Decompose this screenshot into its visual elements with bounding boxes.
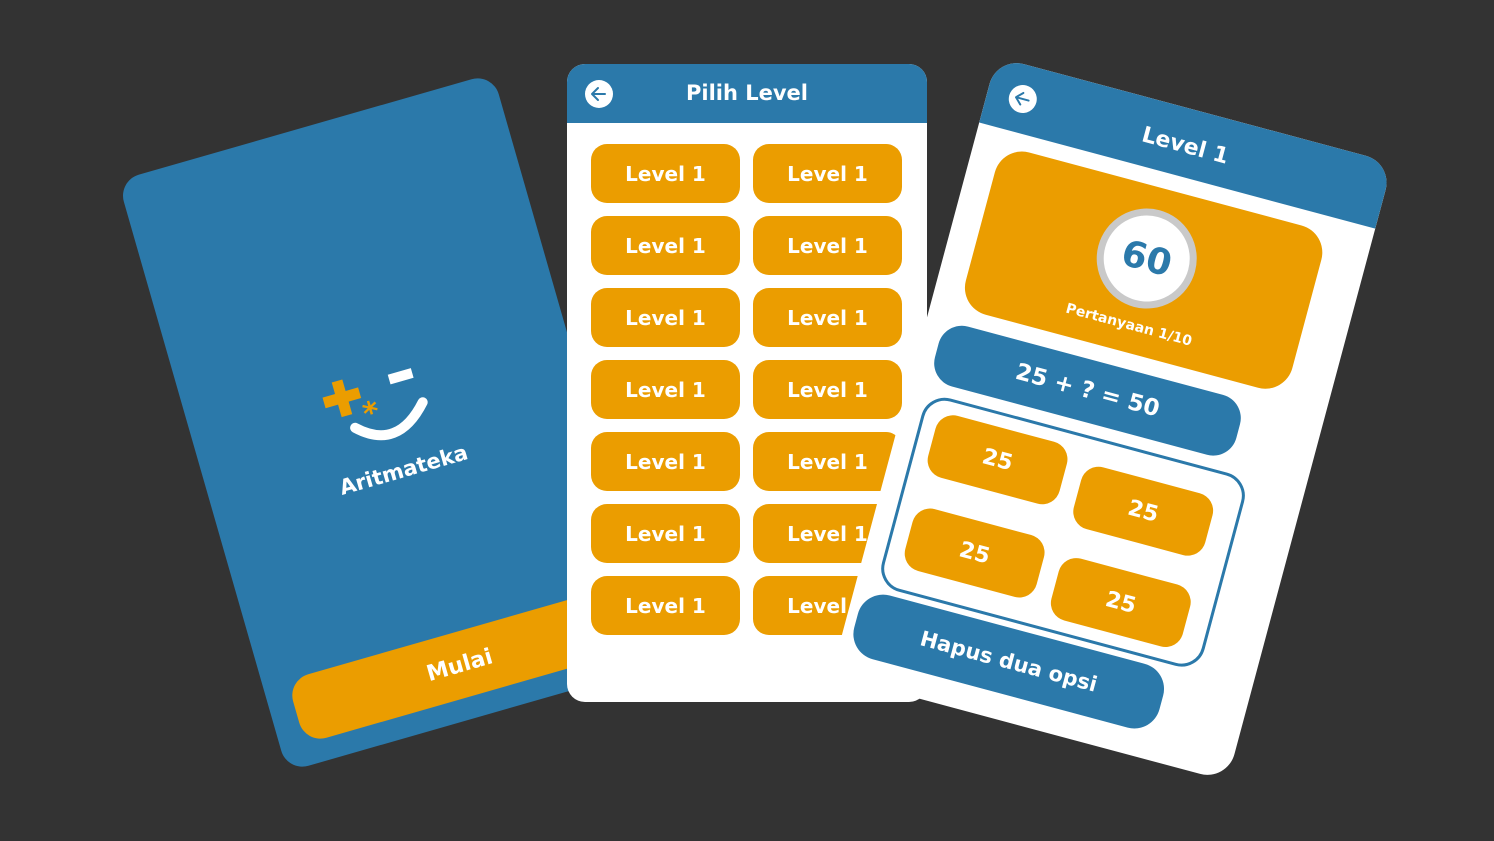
level-select-header: Pilih Level: [567, 64, 927, 123]
level-button[interactable]: Level 1: [753, 144, 902, 203]
level-button[interactable]: Level 1: [753, 288, 902, 347]
back-button[interactable]: [1005, 81, 1040, 117]
page-title: Level 1: [1139, 122, 1232, 170]
answer-option[interactable]: 25: [1046, 554, 1195, 652]
level-button[interactable]: Level 1: [753, 432, 902, 491]
arrow-left-icon: [1015, 91, 1030, 106]
level-grid: Level 1 Level 1 Level 1 Level 1 Level 1 …: [591, 144, 903, 635]
answer-option[interactable]: 25: [923, 411, 1072, 509]
answer-option[interactable]: 25: [900, 504, 1049, 602]
level-button[interactable]: Level 1: [591, 216, 740, 275]
level-button[interactable]: Level 1: [591, 288, 740, 347]
timer: 60: [1085, 197, 1208, 320]
level-button[interactable]: Level 1: [591, 504, 740, 563]
answer-option[interactable]: 25: [1069, 462, 1218, 560]
level-button[interactable]: Level 1: [753, 360, 902, 419]
back-button[interactable]: [585, 80, 613, 108]
level-button[interactable]: Level 1: [591, 360, 740, 419]
level-button[interactable]: Level 1: [591, 576, 740, 635]
arrow-left-icon: [591, 87, 606, 101]
app-logo: * Aritmateka: [301, 342, 484, 518]
page-title: Pilih Level: [685, 81, 808, 105]
level-button[interactable]: Level 1: [591, 144, 740, 203]
level-button[interactable]: Level 1: [591, 432, 740, 491]
level-button[interactable]: Level 1: [753, 216, 902, 275]
